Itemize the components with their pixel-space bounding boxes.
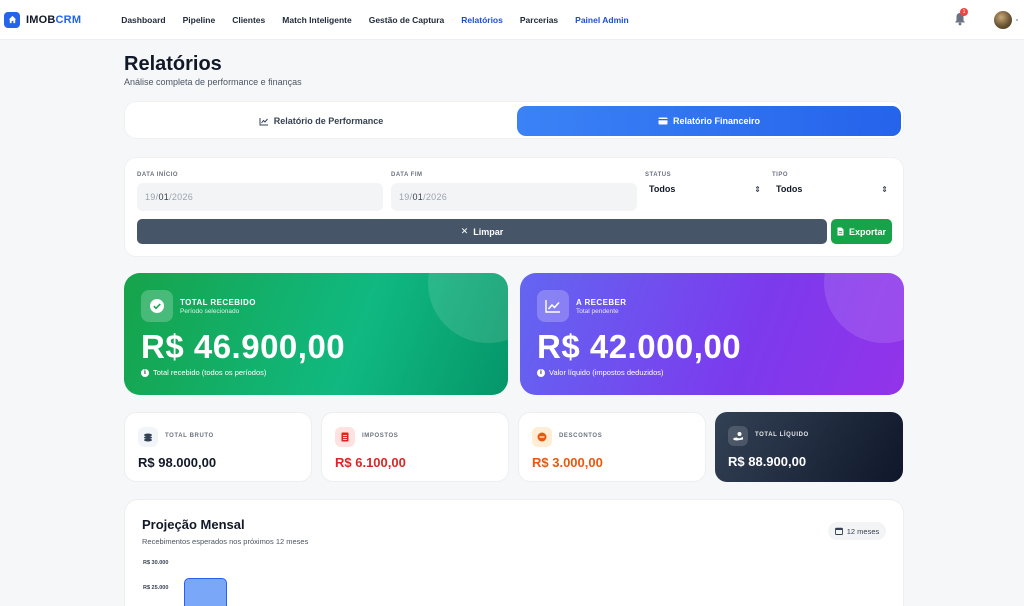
calendar-icon — [834, 527, 843, 535]
tab-financial-label: Relatório Financeiro — [672, 116, 761, 126]
report-tabs: Relatório de Performance Relatório Finan… — [124, 101, 904, 139]
end-date-input[interactable]: 19/01/2026 — [391, 183, 637, 211]
start-date-input[interactable]: 19/01/2026 — [137, 183, 383, 211]
nav-dashboard[interactable]: Dashboard — [121, 15, 165, 25]
card-title: IMPOSTOS — [362, 433, 399, 439]
chevron-down-icon[interactable] — [1016, 19, 1018, 21]
y-tick-label: R$ 30.000 — [143, 560, 169, 566]
chevron-updown-icon: ⇕ — [754, 184, 761, 194]
receipt-icon — [335, 427, 355, 447]
coins-icon — [138, 427, 158, 447]
clear-button[interactable]: ✕ Limpar — [137, 219, 827, 244]
tab-financial[interactable]: Relatório Financeiro — [517, 106, 901, 136]
card-value: R$ 88.900,00 — [728, 454, 807, 469]
hand-coin-icon — [728, 426, 748, 446]
card-title: TOTAL RECEBIDO — [180, 298, 256, 307]
tab-performance-label: Relatório de Performance — [273, 116, 384, 126]
nav-match-inteligente[interactable]: Match Inteligente — [282, 15, 351, 25]
type-label: TIPO — [772, 172, 789, 178]
nav-gestao-captura[interactable]: Gestão de Captura — [369, 15, 445, 25]
end-date-label: DATA FIM — [391, 172, 423, 178]
card-amount: R$ 46.900,00 — [141, 328, 346, 365]
card-amount: R$ 42.000,00 — [537, 328, 742, 365]
home-icon — [4, 11, 20, 28]
gross-total-card: TOTAL BRUTO R$ 98.000,00 — [124, 412, 312, 482]
close-icon: ✕ — [460, 226, 469, 236]
nav-relatorios[interactable]: Relatórios — [461, 15, 503, 25]
taxes-card: IMPOSTOS R$ 6.100,00 — [321, 412, 509, 482]
nav-parcerias[interactable]: Parcerias — [520, 15, 558, 25]
type-select[interactable]: Todos ⇕ — [772, 182, 892, 196]
line-chart-icon — [259, 117, 268, 125]
card-subtitle: Período selecionado — [180, 308, 240, 315]
brand-name: IMOBCRM — [26, 13, 82, 26]
card-subtitle: Total pendente — [576, 308, 619, 315]
discounts-card: DESCONTOS R$ 3.000,00 — [518, 412, 706, 482]
status-select[interactable]: Todos ⇕ — [645, 182, 765, 196]
notification-badge: 1 — [960, 8, 968, 16]
card-title: TOTAL LÍQUIDO — [755, 432, 809, 438]
info-icon: i — [141, 368, 149, 377]
projection-title: Projeção Mensal — [142, 517, 245, 532]
range-badge[interactable]: 12 meses — [828, 522, 886, 540]
to-receive-card: A RECEBER Total pendente R$ 42.000,00 i … — [520, 273, 904, 395]
status-label: STATUS — [645, 172, 672, 178]
start-date-label: DATA INÍCIO — [137, 172, 179, 178]
card-value: R$ 3.000,00 — [532, 455, 603, 470]
top-navbar: IMOBCRM Dashboard Pipeline Clientes Matc… — [0, 0, 1024, 40]
card-title: DESCONTOS — [559, 433, 603, 439]
info-icon: i — [537, 368, 545, 377]
chevron-updown-icon: ⇕ — [881, 184, 888, 194]
y-tick-label: R$ 25.000 — [143, 585, 169, 591]
tab-performance[interactable]: Relatório de Performance — [129, 106, 513, 136]
card-title: TOTAL BRUTO — [165, 433, 214, 439]
wallet-icon — [658, 117, 668, 125]
nav-pipeline[interactable]: Pipeline — [183, 15, 216, 25]
card-note: i Valor líquido (impostos deduzidos) — [537, 368, 664, 377]
trending-up-icon — [537, 290, 569, 322]
total-received-card: TOTAL RECEBIDO Período selecionado R$ 46… — [124, 273, 508, 395]
nav-painel-admin[interactable]: Painel Admin — [575, 15, 629, 25]
projection-subtitle: Recebimentos esperados nos próximos 12 m… — [142, 537, 309, 546]
filters-panel: DATA INÍCIO 19/01/2026 DATA FIM 19/01/20… — [124, 157, 904, 257]
page-title: Relatórios — [124, 53, 222, 75]
export-button[interactable]: Exportar — [831, 219, 892, 244]
nav-clientes[interactable]: Clientes — [232, 15, 265, 25]
check-circle-icon — [141, 290, 173, 322]
monthly-projection-panel: Projeção Mensal Recebimentos esperados n… — [124, 499, 904, 606]
main-nav: Dashboard Pipeline Clientes Match Inteli… — [121, 15, 629, 25]
card-value: R$ 6.100,00 — [335, 455, 406, 470]
net-total-card: TOTAL LÍQUIDO R$ 88.900,00 — [715, 412, 903, 482]
minus-circle-icon — [532, 427, 552, 447]
card-value: R$ 98.000,00 — [138, 455, 217, 470]
brand[interactable]: IMOBCRM — [4, 11, 82, 28]
avatar[interactable] — [994, 11, 1012, 29]
card-title: A RECEBER — [576, 298, 627, 307]
projection-bar[interactable] — [184, 578, 227, 606]
card-note: i Total recebido (todos os períodos) — [141, 368, 266, 377]
file-icon — [837, 227, 844, 236]
page-subtitle: Análise completa de performance e finanç… — [124, 77, 302, 87]
